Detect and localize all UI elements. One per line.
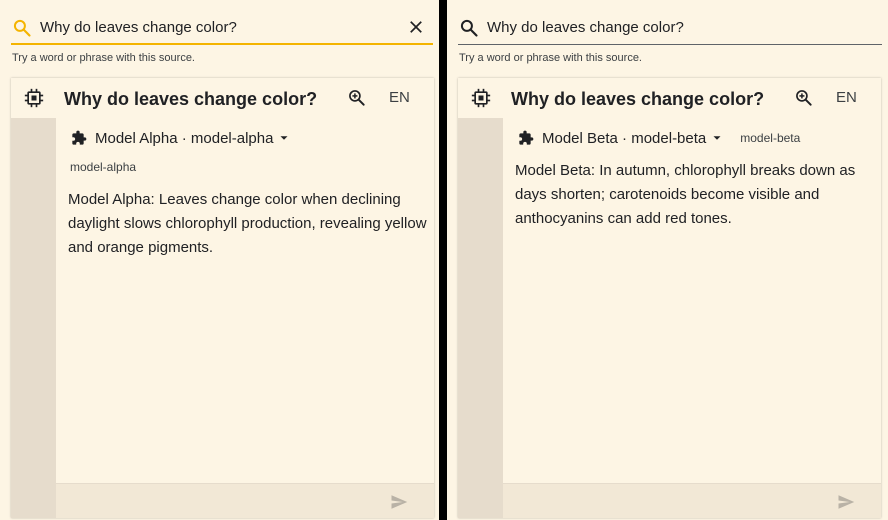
search-icon	[13, 19, 31, 37]
puzzle-icon	[72, 130, 87, 145]
search-icon	[460, 19, 478, 37]
chevron-down-icon	[280, 136, 288, 140]
side-rail	[458, 118, 503, 518]
result-card: Why do leaves change color? EN Model Alp…	[11, 78, 434, 518]
answer-text: Model Alpha: Leaves change color when de…	[68, 191, 427, 256]
search-bar[interactable]: Why do leaves change color?	[11, 12, 433, 45]
message-composer[interactable]	[56, 483, 434, 518]
zoom-in-icon[interactable]	[347, 88, 367, 108]
chevron-down-icon	[713, 136, 721, 140]
model-tag: model-beta	[740, 131, 801, 145]
send-icon[interactable]	[390, 493, 408, 511]
source-pane-right: Why do leaves change color? Try a word o…	[447, 0, 888, 520]
close-icon[interactable]	[407, 18, 425, 36]
search-bar[interactable]: Why do leaves change color?	[458, 12, 882, 45]
search-input[interactable]: Why do leaves change color?	[40, 18, 237, 38]
send-icon[interactable]	[837, 493, 855, 511]
language-toggle[interactable]: EN	[389, 89, 410, 106]
zoom-in-icon[interactable]	[794, 88, 814, 108]
puzzle-icon	[519, 130, 534, 145]
answer-text: Model Beta: In autumn, chlorophyll break…	[515, 162, 856, 227]
chip-icon	[471, 88, 491, 108]
search-hint: Try a word or phrase with this source.	[12, 52, 195, 64]
model-selector[interactable]: Model Beta · model-beta model-beta	[518, 128, 800, 148]
chip-icon	[24, 88, 44, 108]
search-input[interactable]: Why do leaves change color?	[487, 18, 684, 38]
model-tag: model-alpha	[70, 160, 137, 174]
card-title: Why do leaves change color?	[511, 89, 765, 109]
message-composer[interactable]	[503, 483, 881, 518]
source-pane-left: Why do leaves change color? Try a word o…	[0, 0, 439, 520]
language-toggle[interactable]: EN	[836, 89, 857, 106]
model-selector[interactable]: Model Alpha · model-alpha	[71, 128, 291, 148]
model-name: Model Beta · model-beta	[542, 129, 707, 147]
result-card: Why do leaves change color? EN Model Bet…	[458, 78, 881, 518]
card-title: Why do leaves change color?	[64, 89, 318, 109]
side-rail	[11, 118, 56, 518]
model-name: Model Alpha · model-alpha	[95, 129, 274, 147]
search-hint: Try a word or phrase with this source.	[459, 52, 642, 64]
